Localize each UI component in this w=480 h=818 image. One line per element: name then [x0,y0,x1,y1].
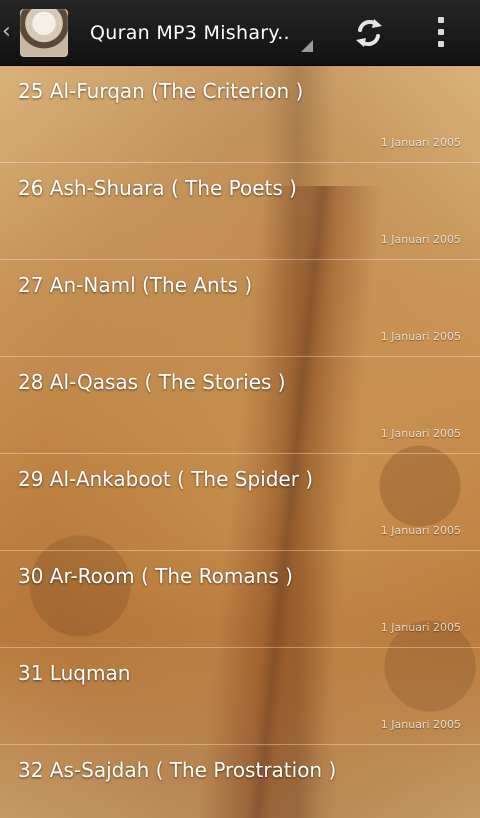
overflow-menu-icon[interactable] [430,14,452,52]
list-item[interactable]: 32 As-Sajdah ( The Prostration ) [0,745,480,818]
list-item[interactable]: 31 Luqman 1 Januari 2005 [0,648,480,745]
surah-date: 1 Januari 2005 [380,136,461,149]
surah-title: 29 Al-Ankaboot ( The Spider ) [18,467,314,491]
surah-date: 1 Januari 2005 [380,330,461,343]
action-bar: ‹ Quran MP3 Mishary.. [0,0,480,66]
chevron-left-icon[interactable]: ‹ [2,20,11,44]
surah-title: 30 Ar-Room ( The Romans ) [18,564,293,588]
list-item[interactable]: 29 Al-Ankaboot ( The Spider ) 1 Januari … [0,454,480,551]
surah-title: 31 Luqman [18,661,131,685]
list-item[interactable]: 25 Al-Furqan (The Criterion ) 1 Januari … [0,66,480,163]
surah-title: 26 Ash-Shuara ( The Poets ) [18,176,297,200]
app-title[interactable]: Quran MP3 Mishary.. [90,20,290,46]
dropdown-indicator-icon[interactable] [301,40,313,52]
surah-title: 27 An-Naml (The Ants ) [18,273,253,297]
surah-date: 1 Januari 2005 [380,233,461,246]
surah-date: 1 Januari 2005 [380,427,461,440]
surah-title: 32 As-Sajdah ( The Prostration ) [18,758,337,782]
surah-list: 25 Al-Furqan (The Criterion ) 1 Januari … [0,66,480,818]
surah-list-container[interactable]: 25 Al-Furqan (The Criterion ) 1 Januari … [0,66,480,818]
list-item[interactable]: 30 Ar-Room ( The Romans ) 1 Januari 2005 [0,551,480,648]
list-item[interactable]: 26 Ash-Shuara ( The Poets ) 1 Januari 20… [0,163,480,260]
list-item[interactable]: 27 An-Naml (The Ants ) 1 Januari 2005 [0,260,480,357]
surah-title: 25 Al-Furqan (The Criterion ) [18,79,304,103]
refresh-icon[interactable] [350,14,388,52]
surah-title: 28 Al-Qasas ( The Stories ) [18,370,286,394]
surah-date: 1 Januari 2005 [380,718,461,731]
app-avatar-icon[interactable] [20,9,68,57]
surah-date: 1 Januari 2005 [380,524,461,537]
list-item[interactable]: 28 Al-Qasas ( The Stories ) 1 Januari 20… [0,357,480,454]
surah-date: 1 Januari 2005 [380,621,461,634]
